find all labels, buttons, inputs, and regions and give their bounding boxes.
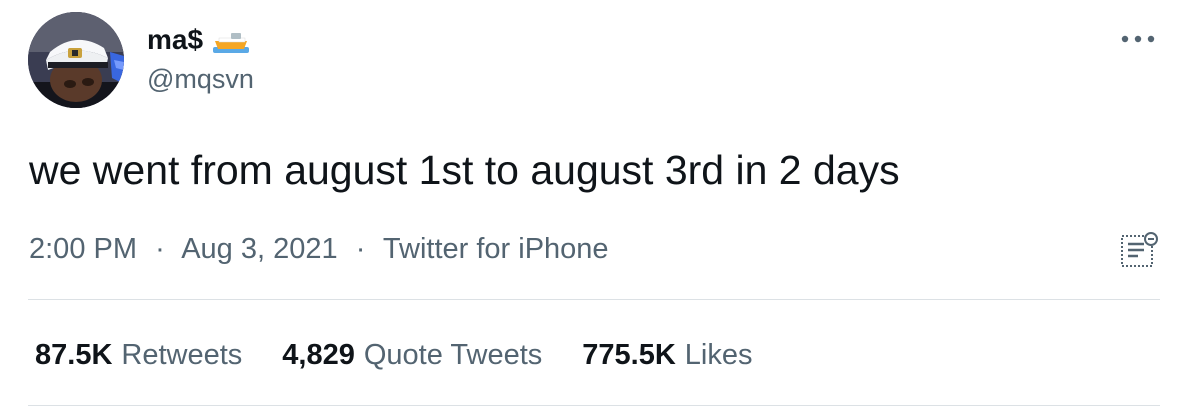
meta-separator: · (355, 233, 366, 265)
divider (28, 405, 1160, 406)
avatar[interactable] (28, 12, 124, 108)
view-analytics-button[interactable] (1118, 228, 1162, 272)
more-options-button[interactable] (1116, 24, 1160, 54)
quote-tweets-count: 4,829 (282, 339, 355, 371)
more-horizontal-icon (1121, 35, 1155, 43)
likes-stat[interactable]: 775.5K Likes (582, 336, 752, 374)
avatar-image (28, 12, 124, 108)
quote-tweets-stat[interactable]: 4,829 Quote Tweets (282, 336, 542, 374)
tweet-source[interactable]: Twitter for iPhone (383, 233, 609, 265)
likes-label: Likes (684, 339, 753, 371)
retweets-stat[interactable]: 87.5K Retweets (35, 336, 242, 374)
analytics-icon (1121, 232, 1158, 267)
likes-count: 775.5K (582, 339, 676, 371)
retweets-label: Retweets (121, 339, 243, 371)
tweet-meta: 2:00 PM · Aug 3, 2021 · Twitter for iPho… (29, 230, 609, 268)
meta-separator: · (155, 233, 165, 265)
quote-tweets-label: Quote Tweets (363, 339, 543, 371)
divider (28, 299, 1160, 300)
tweet-card: ma$ @mqsvn we went from august 1st to au… (0, 0, 1194, 410)
tweet-text: we went from august 1st to august 3rd in… (29, 147, 900, 193)
retweets-count: 87.5K (35, 339, 113, 371)
display-name-row: ma$ (147, 22, 251, 58)
tweet-date[interactable]: Aug 3, 2021 (181, 233, 337, 265)
engagement-stats: 87.5K Retweets 4,829 Quote Tweets 775.5K… (35, 336, 752, 374)
user-handle[interactable]: @mqsvn (147, 62, 254, 96)
display-name[interactable]: ma$ (147, 22, 203, 58)
speedboat-emoji-icon (211, 25, 251, 55)
tweet-time[interactable]: 2:00 PM (29, 233, 137, 265)
